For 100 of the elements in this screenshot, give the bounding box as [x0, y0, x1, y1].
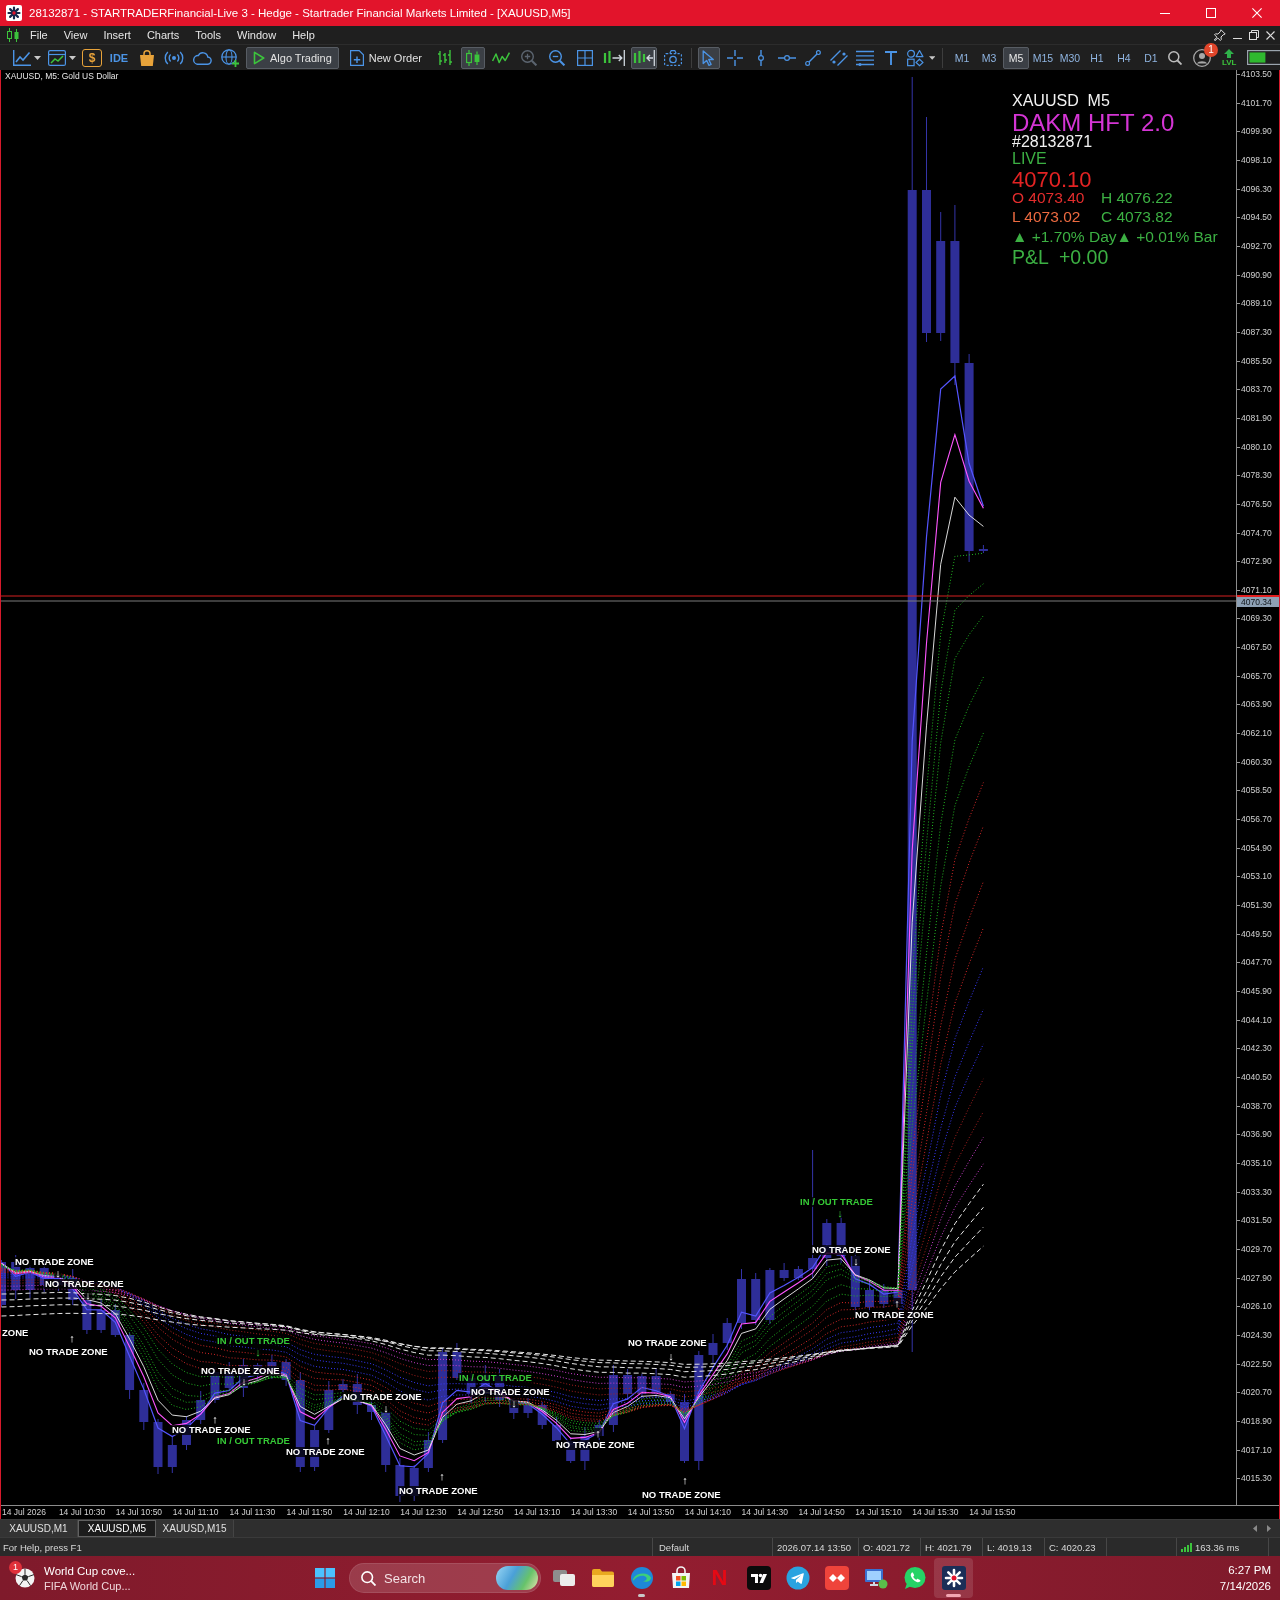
window-title: 28132871 - STARTRADERFinancial-Live 3 - Hedge - Startrader Financial Markets Limited - [XAUUSD,M5] [29, 7, 572, 19]
widget-subtitle[interactable]: FIFA World Cup... [44, 1578, 131, 1593]
menu-item[interactable]: Window [229, 27, 285, 43]
price-label: 4078.30 [1237, 471, 1279, 481]
zoom-out-icon [548, 49, 565, 66]
broadcast-icon[interactable] [164, 50, 184, 65]
channel-icon [829, 49, 848, 66]
signal-label: NO TRADE ZONE [398, 1486, 479, 1496]
chart-type-button[interactable] [460, 46, 485, 69]
timeframe-button[interactable]: M3 [975, 46, 1002, 69]
price-label: 4044.10 [1237, 1015, 1279, 1025]
timeframe-button[interactable]: M1 [948, 46, 975, 69]
signal-label: IN / OUT TRADE [799, 1197, 874, 1207]
high-price: H 4076.22 [1101, 190, 1173, 205]
signal-label: NO TRADE ZONE [14, 1257, 95, 1267]
price-label: 4020.70 [1237, 1388, 1279, 1398]
signal-label: NO TRADE ZONE [342, 1392, 423, 1402]
vertical-line-icon [756, 49, 765, 66]
time-label: 14 Jul 13:50 [627, 1506, 676, 1519]
chart-tab[interactable]: XAUUSD,M15 [156, 1520, 234, 1537]
dollar-button[interactable]: $ [82, 48, 102, 67]
up-arrow-icon[interactable] [1224, 48, 1235, 58]
price-label: 4017.10 [1237, 1445, 1279, 1455]
clock-date[interactable]: 7/14/2026 [1219, 1579, 1271, 1593]
price-label: 4087.30 [1237, 327, 1279, 337]
chart-window-icon[interactable] [48, 49, 66, 66]
squares-logo-icon[interactable] [315, 1568, 335, 1588]
widget-title[interactable]: World Cup cove... [44, 1563, 136, 1578]
menu-item[interactable]: Tools [187, 27, 229, 43]
price-label: 4074.70 [1237, 528, 1279, 538]
pin-icon[interactable] [1214, 29, 1226, 41]
timeframe-button[interactable]: M30 [1056, 46, 1083, 69]
time-label: 14 Jul 15:30 [912, 1506, 960, 1519]
time-label: 14 Jul 14:10 [684, 1506, 732, 1519]
price-label: 4022.50 [1237, 1359, 1279, 1369]
timeframe-button[interactable]: D1 [1137, 46, 1164, 69]
change-summary: ▲ +1.70% Day▲ +0.01% Bar [1012, 229, 1218, 244]
time-label: 14 Jul 11:50 [286, 1506, 334, 1519]
scroll-right-icon[interactable] [1267, 1525, 1271, 1532]
caret-icon[interactable] [69, 55, 76, 60]
price-label: 4085.50 [1237, 356, 1279, 366]
price-label: 4049.50 [1237, 929, 1279, 939]
search-icon[interactable] [1167, 50, 1182, 65]
price-label: 4076.50 [1237, 499, 1279, 509]
caret-icon[interactable] [34, 55, 41, 60]
chart-tab[interactable]: XAUUSD,M1 [0, 1520, 78, 1537]
scroll-left-icon[interactable] [1253, 1525, 1257, 1532]
user-icon[interactable] [1192, 48, 1211, 67]
signal-label: NO TRADE ZONE [641, 1490, 722, 1500]
clock-time[interactable]: 6:27 PM [1228, 1563, 1271, 1577]
price-label: 4038.70 [1237, 1101, 1279, 1111]
algo-trading-button[interactable]: Algo Trading [246, 46, 339, 69]
price-label: 4083.70 [1237, 385, 1279, 395]
timeframe-button[interactable]: H1 [1083, 46, 1110, 69]
price-label: 4040.50 [1237, 1072, 1279, 1082]
price-label: 4060.30 [1237, 757, 1279, 767]
drawing-tool-button[interactable] [697, 46, 720, 69]
menu-item[interactable]: Help [284, 27, 323, 43]
battery-icon [1247, 50, 1280, 65]
ball-icon[interactable] [15, 1568, 35, 1588]
menu-item[interactable]: Charts [138, 27, 188, 43]
close-icon[interactable] [1266, 30, 1275, 40]
restore-icon[interactable] [1249, 30, 1259, 40]
camera-icon[interactable] [663, 49, 682, 66]
bag-icon[interactable] [139, 49, 155, 66]
timeframe-button[interactable]: M5 [1002, 46, 1029, 69]
signal-label: NO TRADE ZONE [854, 1310, 935, 1320]
price-label: 4096.30 [1237, 184, 1279, 194]
signal-label: IN / OUT TRADE [458, 1373, 533, 1383]
time-label: 14 Jul 12:50 [457, 1506, 505, 1519]
cloud-icon[interactable] [192, 50, 212, 65]
shapes-icon [906, 48, 924, 67]
price-label: 4042.30 [1237, 1044, 1279, 1054]
timeframe-button[interactable]: M15 [1029, 46, 1056, 69]
search-highlight-image [496, 1566, 538, 1590]
menu-item[interactable]: File [22, 27, 56, 43]
price-label: 4033.30 [1237, 1187, 1279, 1197]
chart-tab[interactable]: XAUUSD,M5 [78, 1520, 156, 1537]
signal-label: NO TRADE ZONE [627, 1338, 708, 1348]
symbol-timeframe: XAUUSD M5 [1012, 93, 1110, 109]
menu-item[interactable]: Insert [95, 27, 139, 43]
price-label: 4098.10 [1237, 155, 1279, 165]
globe-icon[interactable] [221, 48, 239, 67]
taskbar-app-button[interactable] [934, 1558, 973, 1598]
timeframe-button[interactable]: H4 [1110, 46, 1137, 69]
new-order-button[interactable]: New Order [342, 46, 429, 69]
ide-button[interactable]: IDE [106, 46, 132, 69]
time-label: 14 Jul 12:10 [343, 1506, 391, 1519]
chart-shift-button[interactable] [630, 46, 657, 69]
time-label: 14 Jul 11:10 [172, 1506, 220, 1519]
menu-item[interactable]: View [55, 27, 96, 43]
search-icon [361, 1570, 376, 1586]
low-price: L 4073.02 [1012, 209, 1081, 224]
candles-logo-icon[interactable] [7, 28, 19, 42]
folder-icon [590, 1566, 615, 1590]
grid-icon[interactable] [576, 49, 593, 66]
bars-arrow-right-icon [602, 49, 625, 66]
line-chart-icon[interactable] [13, 49, 31, 66]
minimize-icon[interactable] [1233, 37, 1242, 40]
help-text: For Help, press F1 [2, 1540, 83, 1555]
